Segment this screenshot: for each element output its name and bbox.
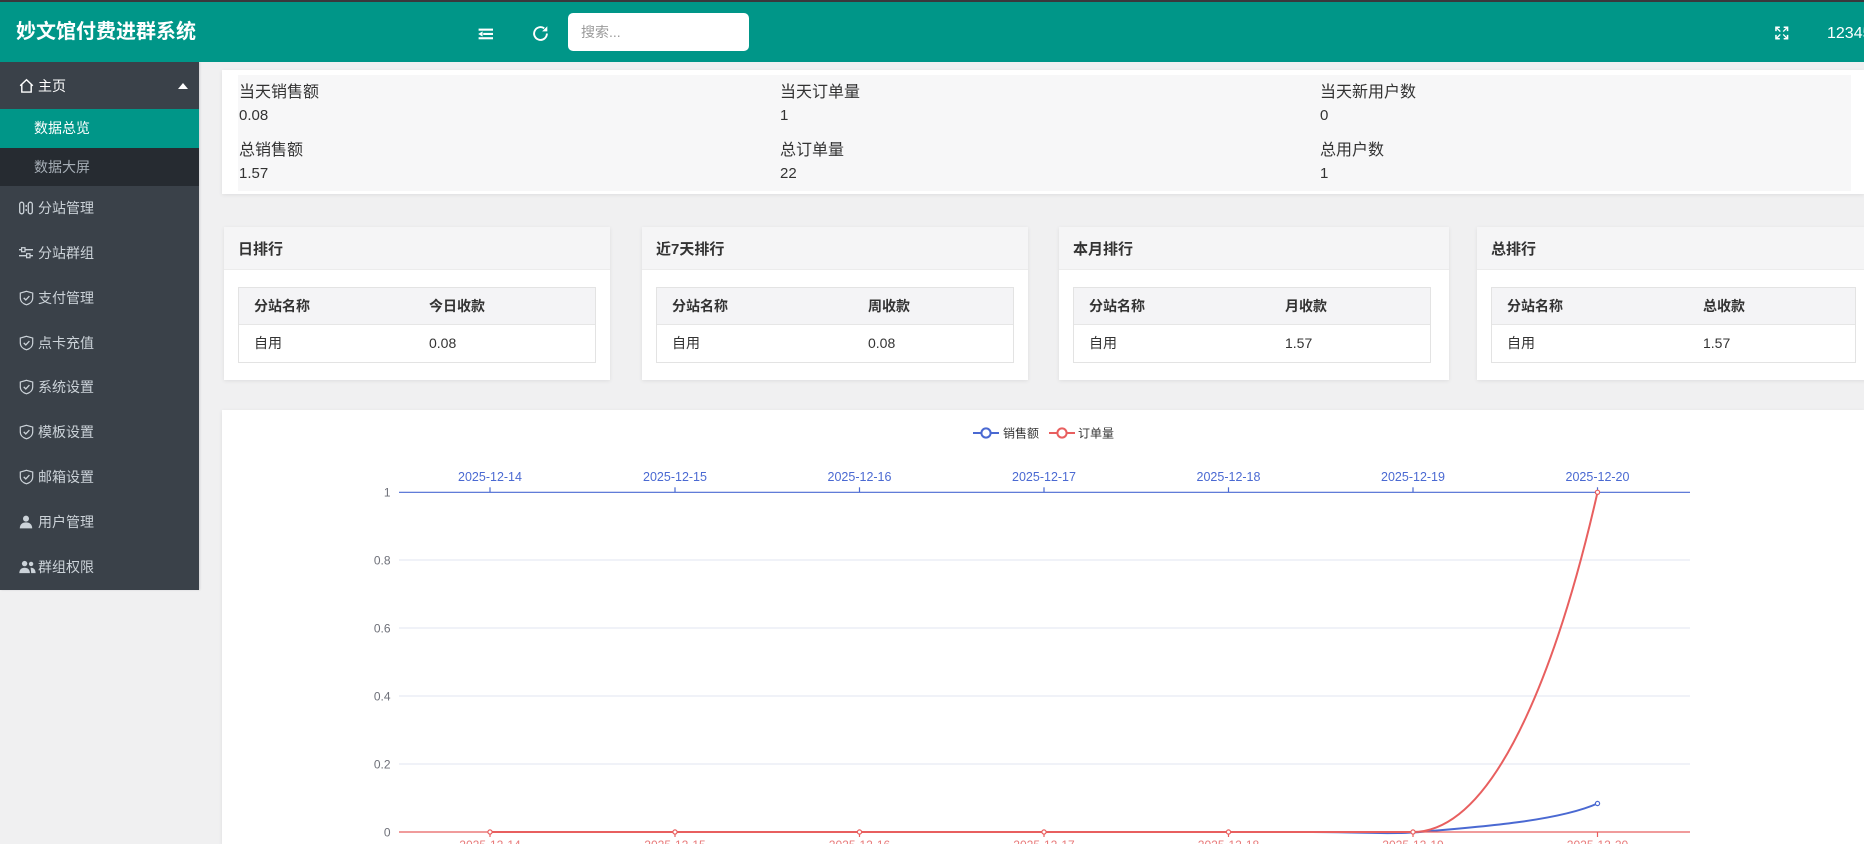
- svg-text:2025-12-14: 2025-12-14: [458, 470, 522, 484]
- svg-text:2025-12-18: 2025-12-18: [1197, 470, 1261, 484]
- svg-text:0.4: 0.4: [374, 689, 391, 703]
- svg-text:0.2: 0.2: [374, 757, 391, 771]
- svg-text:2025-12-16: 2025-12-16: [828, 470, 892, 484]
- svg-text:销售额: 销售额: [1003, 425, 1039, 440]
- svg-text:2025-12-17: 2025-12-17: [1013, 838, 1075, 844]
- svg-text:2025-12-15: 2025-12-15: [643, 470, 707, 484]
- svg-text:2025-12-18: 2025-12-18: [1198, 838, 1260, 844]
- svg-text:1: 1: [384, 486, 391, 500]
- svg-text:2025-12-14: 2025-12-14: [459, 838, 521, 844]
- svg-text:0.6: 0.6: [374, 621, 391, 635]
- svg-text:2025-12-16: 2025-12-16: [829, 838, 891, 844]
- svg-text:2025-12-20: 2025-12-20: [1567, 838, 1629, 844]
- svg-text:2025-12-20: 2025-12-20: [1566, 470, 1630, 484]
- svg-text:2025-12-15: 2025-12-15: [644, 838, 706, 844]
- svg-text:2025-12-17: 2025-12-17: [1012, 470, 1076, 484]
- svg-text:0.8: 0.8: [374, 553, 391, 567]
- svg-text:0: 0: [384, 825, 391, 839]
- svg-text:订单量: 订单量: [1078, 426, 1114, 440]
- svg-text:2025-12-19: 2025-12-19: [1381, 470, 1445, 484]
- svg-text:2025-12-19: 2025-12-19: [1382, 838, 1444, 844]
